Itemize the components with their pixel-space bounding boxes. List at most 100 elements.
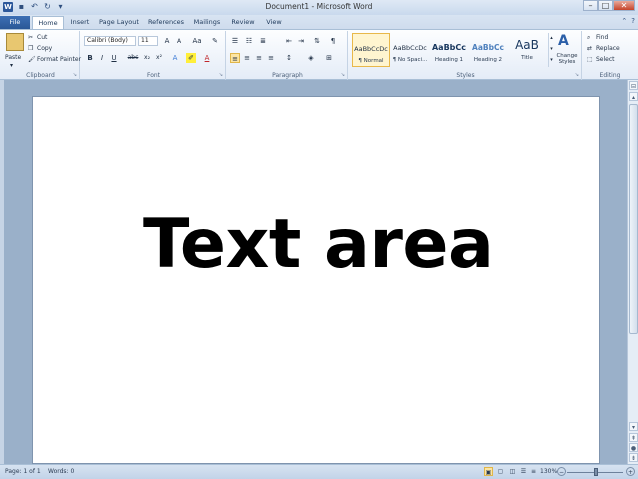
tab-page-layout[interactable]: Page Layout [96, 16, 142, 29]
format-painter-button[interactable]: Format Painter [37, 56, 81, 63]
vertical-scrollbar[interactable]: ⊟ ▴ ▾ ⇞ ● ⇟ [627, 80, 638, 464]
grow-font-button[interactable]: A [162, 36, 172, 46]
style-name: Heading 1 [434, 57, 464, 63]
align-left-icon[interactable]: ≡ [230, 53, 240, 63]
replace-icon: ⇄ [587, 45, 593, 52]
font-group: Calibri (Body) 11 A A Aa ✎ B I U abc x₂ … [82, 31, 226, 80]
underline-button[interactable]: U [109, 53, 119, 63]
select-button[interactable]: Select [596, 56, 615, 63]
strikethrough-button[interactable]: abc [126, 53, 140, 63]
zoom-slider-thumb[interactable] [594, 468, 598, 476]
tab-home[interactable]: Home [32, 16, 64, 29]
document-body-text[interactable]: Text area [143, 205, 494, 284]
scroll-down-icon[interactable]: ▾ [629, 422, 638, 431]
borders-icon[interactable]: ⊞ [324, 53, 334, 63]
superscript-button[interactable]: x² [154, 53, 164, 63]
window-title: Document1 - Microsoft Word [265, 2, 373, 11]
style-heading-1[interactable]: AaBbCc Heading 1 [430, 33, 468, 67]
font-group-label: Font [146, 72, 161, 79]
copy-button[interactable]: Copy [37, 45, 52, 52]
align-center-icon[interactable]: ≡ [242, 53, 252, 63]
font-size-select[interactable]: 11 [138, 36, 158, 46]
styles-scroll-icon[interactable]: ▴ ▾ ▾ [548, 33, 554, 67]
draft-view-icon[interactable]: ≡ [529, 467, 538, 476]
clipboard-launcher-icon[interactable]: ↘ [73, 72, 77, 78]
editing-group-label: Editing [599, 72, 621, 79]
scroll-up-icon[interactable]: ▴ [629, 92, 638, 101]
ribbon-tab-bar: File Home Insert Page Layout References … [0, 15, 638, 29]
status-bar: Page: 1 of 1 Words: 0 ▣ ▢ ◫ ☰ ≡ 130% − + [0, 464, 638, 479]
web-layout-view-icon[interactable]: ◫ [508, 467, 517, 476]
font-name-select[interactable]: Calibri (Body) [84, 36, 136, 46]
select-icon: ⬚ [587, 56, 593, 63]
help-icon[interactable]: ? [631, 17, 635, 25]
font-color-icon[interactable]: A [202, 53, 212, 63]
tab-insert[interactable]: Insert [68, 16, 92, 29]
replace-button[interactable]: Replace [596, 45, 620, 52]
zoom-out-icon[interactable]: − [557, 467, 566, 476]
next-page-icon[interactable]: ⇟ [629, 453, 638, 462]
numbering-icon[interactable]: ☷ [244, 36, 254, 46]
change-styles-button[interactable]: Change Styles [555, 53, 579, 65]
browse-object-icon[interactable]: ● [629, 443, 638, 452]
shading-icon[interactable]: ◈ [306, 53, 316, 63]
line-spacing-icon[interactable]: ↕ [284, 53, 294, 63]
align-right-icon[interactable]: ≡ [254, 53, 264, 63]
style-no-spacing[interactable]: AaBbCcDc ¶ No Spaci... [391, 33, 429, 67]
font-launcher-icon[interactable]: ↘ [219, 72, 223, 78]
page-count[interactable]: Page: 1 of 1 [5, 468, 41, 475]
editing-group: ⌕ Find ⇄ Replace ⬚ Select Editing [584, 31, 636, 80]
tab-mailings[interactable]: Mailings [190, 16, 224, 29]
decrease-indent-icon[interactable]: ⇤ [284, 36, 294, 46]
subscript-button[interactable]: x₂ [142, 53, 152, 63]
styles-group-label: Styles [456, 72, 475, 79]
ruler-toggle-icon[interactable]: ⊟ [629, 81, 638, 90]
justify-icon[interactable]: ≡ [266, 53, 276, 63]
tab-view[interactable]: View [262, 16, 286, 29]
change-styles-icon: A [558, 33, 569, 49]
paste-icon[interactable] [6, 33, 24, 51]
multilevel-list-icon[interactable]: ≣ [258, 36, 268, 46]
style-sample: AaBbCc [431, 43, 467, 52]
highlight-icon[interactable]: ✐ [186, 53, 196, 63]
style-normal[interactable]: AaBbCcDc ¶ Normal [352, 33, 390, 67]
find-button[interactable]: Find [596, 34, 608, 41]
paragraph-launcher-icon[interactable]: ↘ [341, 72, 345, 78]
bold-button[interactable]: B [85, 53, 95, 63]
change-case-button[interactable]: Aa [190, 36, 204, 46]
bullets-icon[interactable]: ☰ [230, 36, 240, 46]
paste-button[interactable]: Paste [5, 54, 21, 61]
previous-page-icon[interactable]: ⇞ [629, 433, 638, 442]
sort-icon[interactable]: ⇅ [312, 36, 322, 46]
increase-indent-icon[interactable]: ⇥ [296, 36, 306, 46]
maximize-button[interactable]: □ [598, 0, 613, 11]
italic-button[interactable]: I [97, 53, 107, 63]
minimize-ribbon-icon[interactable]: ⌃ [621, 17, 627, 25]
close-button[interactable]: ✕ [613, 0, 635, 11]
print-layout-view-icon[interactable]: ▣ [484, 467, 493, 476]
cut-button[interactable]: Cut [37, 34, 47, 41]
tab-review[interactable]: Review [228, 16, 258, 29]
outline-view-icon[interactable]: ☰ [519, 467, 528, 476]
paste-dropdown-icon[interactable]: ▾ [10, 62, 13, 69]
styles-launcher-icon[interactable]: ↘ [575, 72, 579, 78]
tab-file[interactable]: File [0, 16, 30, 29]
zoom-level[interactable]: 130% [540, 468, 557, 475]
copy-icon: ❐ [28, 45, 34, 52]
zoom-in-icon[interactable]: + [626, 467, 635, 476]
title-bar: W ▪ ↶ ↻ ▾ Document1 - Microsoft Word – □… [0, 0, 638, 15]
document-page[interactable]: Text area [32, 96, 600, 464]
tab-references[interactable]: References [146, 16, 186, 29]
scrollbar-thumb[interactable] [629, 104, 638, 334]
shrink-font-button[interactable]: A [174, 37, 184, 47]
clear-formatting-icon[interactable]: ✎ [210, 36, 220, 46]
style-heading-2[interactable]: AaBbCc Heading 2 [469, 33, 507, 67]
style-sample: AaBbCcDc [393, 44, 427, 52]
ribbon: Paste ▾ ✂ Cut ❐ Copy 🖌 Format Painter Cl… [0, 29, 638, 80]
full-screen-view-icon[interactable]: ▢ [496, 467, 505, 476]
minimize-button[interactable]: – [583, 0, 598, 11]
text-effects-icon[interactable]: A [170, 53, 180, 63]
style-title[interactable]: AaB Title [508, 33, 546, 67]
word-count[interactable]: Words: 0 [48, 468, 74, 475]
show-marks-button[interactable]: ¶ [328, 36, 338, 46]
